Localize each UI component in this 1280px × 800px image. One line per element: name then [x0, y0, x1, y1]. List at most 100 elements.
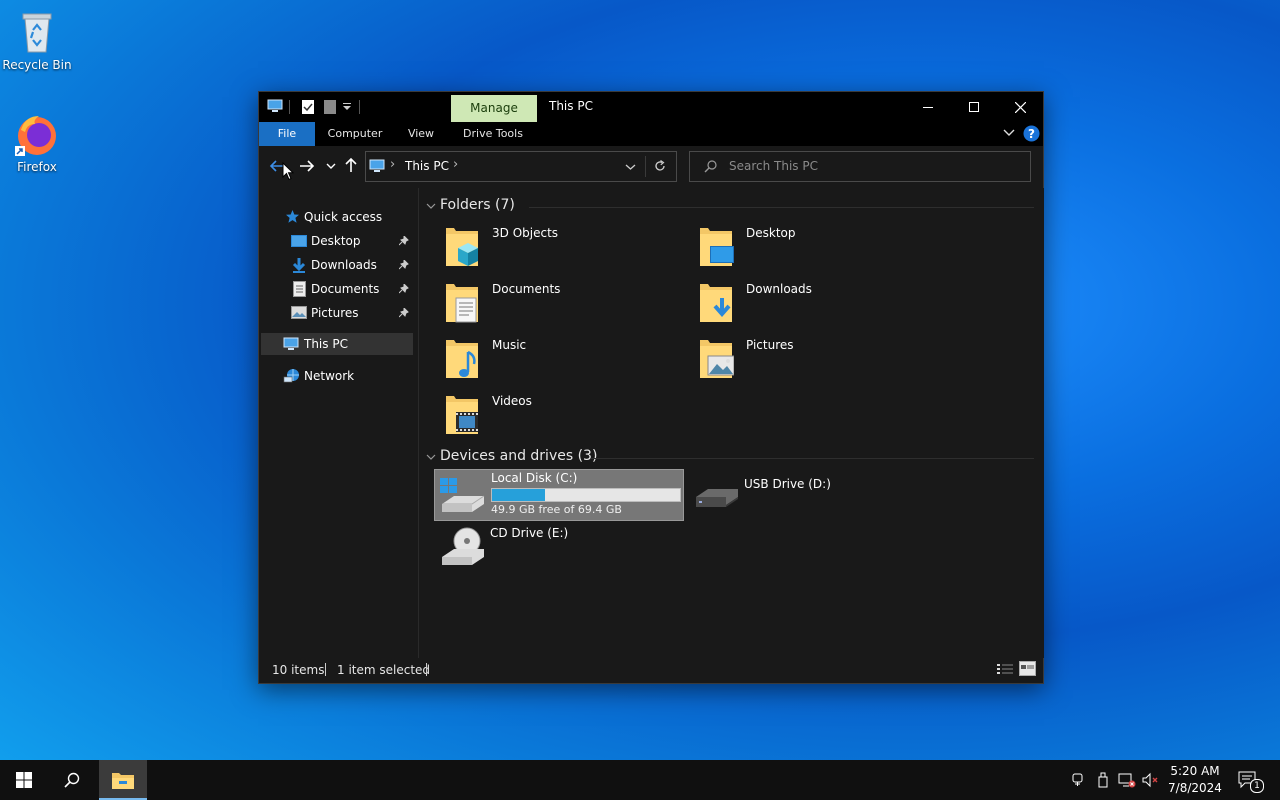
windows-logo-icon: [16, 772, 32, 788]
divider: [645, 156, 646, 177]
manage-contextual-tab[interactable]: Manage: [451, 95, 537, 122]
drive-item-cd-e[interactable]: CD Drive (E:): [434, 525, 682, 575]
folder-item-music[interactable]: Music: [444, 336, 694, 388]
minimize-button[interactable]: [905, 92, 951, 122]
desktop-icon-recycle-bin[interactable]: Recycle Bin: [0, 8, 74, 72]
chevron-down-icon[interactable]: [426, 453, 436, 461]
help-icon[interactable]: ?: [1023, 125, 1040, 142]
divider: [289, 100, 290, 114]
sidebar-item-label: Downloads: [311, 258, 377, 272]
videos-folder-icon: [446, 396, 478, 434]
chevron-down-icon[interactable]: [426, 202, 436, 210]
folder-item-documents[interactable]: Documents: [444, 280, 694, 332]
pin-icon[interactable]: [399, 284, 409, 294]
desktop-folder-icon: [700, 228, 734, 266]
folder-item-downloads[interactable]: Downloads: [698, 280, 948, 332]
this-pc-icon: [283, 337, 299, 351]
action-center-button[interactable]: 1: [1238, 771, 1264, 793]
selection-count: 1 item selected: [337, 663, 431, 677]
start-button[interactable]: [0, 760, 48, 800]
desktop-icon-firefox[interactable]: Firefox: [0, 110, 74, 174]
usb-icon[interactable]: [1097, 772, 1109, 788]
refresh-icon[interactable]: [654, 160, 666, 172]
search-button[interactable]: [48, 760, 96, 800]
status-bar: 10 items 1 item selected: [259, 658, 1043, 682]
usb-drive-icon: [696, 489, 738, 507]
tab-drive-tools[interactable]: Drive Tools: [455, 122, 531, 146]
taskbar: 5:20 AM 7/8/2024 1: [0, 760, 1280, 800]
devices-group-header[interactable]: Devices and drives (3): [440, 448, 597, 464]
folder-label: Pictures: [746, 338, 794, 352]
folder-label: Music: [492, 338, 527, 352]
sidebar-item-downloads[interactable]: Downloads: [291, 254, 415, 276]
recent-locations-button[interactable]: [326, 162, 336, 170]
item-count: 10 items: [272, 663, 325, 677]
breadcrumb-this-pc[interactable]: This PC: [405, 159, 449, 173]
sidebar-item-network[interactable]: Network: [283, 365, 413, 387]
clock-time: 5:20 AM: [1170, 764, 1220, 778]
tab-computer[interactable]: Computer: [319, 122, 391, 146]
navigation-pane: Quick access Desktop Downloads Documents…: [259, 188, 417, 658]
folder-item-desktop[interactable]: Desktop: [698, 224, 948, 276]
sidebar-item-documents[interactable]: Documents: [291, 278, 415, 300]
folders-group-header[interactable]: Folders (7): [440, 197, 515, 213]
navigation-bar: › This PC › Search This PC: [259, 146, 1043, 188]
folder-label: Downloads: [746, 282, 812, 296]
search-box[interactable]: Search This PC: [689, 151, 1031, 182]
sidebar-item-label: Documents: [311, 282, 380, 296]
drive-usage-fill: [492, 489, 545, 501]
folder-label: Desktop: [746, 226, 796, 240]
properties-icon[interactable]: [301, 99, 315, 115]
search-input[interactable]: Search This PC: [729, 159, 818, 173]
network-icon: [283, 368, 300, 384]
ribbon-tabs: File Computer View Drive Tools ?: [259, 122, 1043, 146]
documents-folder-icon: [446, 284, 478, 323]
breadcrumb-separator[interactable]: ›: [453, 157, 458, 172]
downloads-arrow-icon: [291, 257, 307, 273]
up-arrow-icon: [345, 157, 357, 172]
details-view-icon[interactable]: [997, 663, 1013, 676]
new-folder-icon[interactable]: [323, 99, 337, 115]
address-dropdown-icon[interactable]: [625, 163, 636, 171]
sidebar-item-this-pc[interactable]: This PC: [261, 333, 413, 355]
pin-icon[interactable]: [399, 260, 409, 270]
close-button[interactable]: [997, 92, 1043, 122]
drive-name: CD Drive (E:): [490, 526, 569, 540]
title-bar[interactable]: Manage This PC: [259, 92, 1043, 122]
forward-button[interactable]: [299, 158, 315, 174]
clock[interactable]: 5:20 AM 7/8/2024: [1166, 763, 1224, 797]
expand-ribbon-icon[interactable]: [1003, 128, 1015, 138]
sidebar-item-quick-access[interactable]: Quick access: [285, 206, 415, 228]
volume-muted-icon[interactable]: [1142, 772, 1160, 788]
taskbar-file-explorer[interactable]: [99, 760, 147, 800]
sidebar-item-pictures[interactable]: Pictures: [291, 302, 415, 324]
address-bar[interactable]: › This PC ›: [365, 151, 677, 182]
up-button[interactable]: [344, 157, 358, 173]
cd-drive-icon: [442, 527, 484, 565]
divider: [426, 663, 427, 676]
this-pc-icon: [369, 159, 385, 173]
network-status-icon[interactable]: [1118, 772, 1136, 788]
mouse-cursor: [282, 162, 294, 181]
drive-item-usb-d[interactable]: USB Drive (D:): [688, 469, 936, 519]
maximize-button[interactable]: [951, 92, 997, 122]
folder-label: Videos: [492, 394, 532, 408]
customize-qat-icon[interactable]: [343, 102, 351, 112]
firefox-icon: [13, 110, 61, 158]
breadcrumb-separator[interactable]: ›: [390, 157, 395, 172]
sidebar-item-desktop[interactable]: Desktop: [291, 230, 415, 252]
downloads-folder-icon: [700, 284, 732, 322]
documents-icon: [293, 281, 306, 297]
sidebar-item-label: This PC: [304, 337, 348, 351]
pin-icon[interactable]: [399, 308, 409, 318]
drive-name: USB Drive (D:): [744, 477, 831, 491]
pin-icon[interactable]: [399, 236, 409, 246]
tab-view[interactable]: View: [399, 122, 443, 146]
meet-now-icon[interactable]: [1071, 772, 1085, 788]
tiles-view-icon[interactable]: [1019, 661, 1036, 676]
tab-file[interactable]: File: [259, 122, 315, 146]
folder-item-3d-objects[interactable]: 3D Objects: [444, 224, 694, 276]
folder-item-pictures[interactable]: Pictures: [698, 336, 948, 388]
folder-item-videos[interactable]: Videos: [444, 392, 694, 444]
drive-item-local-disk-c[interactable]: Local Disk (C:) 49.9 GB free of 69.4 GB: [434, 469, 684, 521]
